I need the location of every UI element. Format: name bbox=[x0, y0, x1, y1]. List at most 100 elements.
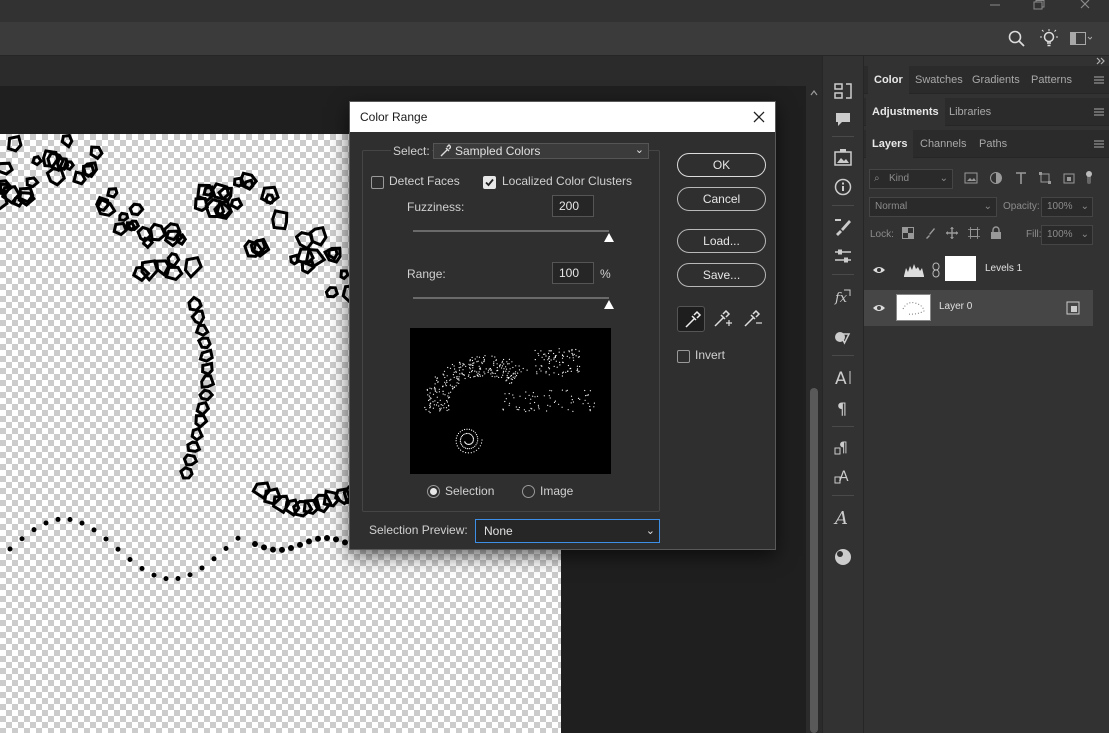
brush-settings-icon[interactable] bbox=[832, 216, 854, 238]
eyedropper-subtract-icon[interactable] bbox=[737, 306, 765, 332]
preview-speck bbox=[468, 363, 470, 365]
lock-artboard-icon[interactable] bbox=[968, 227, 984, 243]
preview-speck bbox=[469, 376, 471, 379]
lock-image-icon[interactable] bbox=[924, 227, 940, 243]
chevron-down-icon: ⌄ bbox=[1080, 201, 1089, 212]
eye-icon[interactable] bbox=[872, 264, 888, 280]
lock-transparent-icon[interactable] bbox=[902, 227, 918, 243]
adjust-icon[interactable] bbox=[832, 326, 854, 348]
workspace-icon[interactable] bbox=[1070, 32, 1092, 46]
opacity-field[interactable]: 100% ⌄ bbox=[1041, 197, 1093, 217]
filter-adjustment-icon[interactable] bbox=[989, 171, 1005, 187]
tab-swatches[interactable]: Swatches bbox=[909, 66, 969, 94]
select-value: Sampled Colors bbox=[455, 144, 541, 158]
fuzziness-slider-thumb[interactable] bbox=[604, 233, 614, 242]
layer-thumbnail[interactable] bbox=[896, 294, 931, 321]
dot-shape bbox=[315, 535, 321, 542]
lock-position-icon[interactable] bbox=[946, 227, 962, 243]
invert-checkbox[interactable] bbox=[677, 350, 690, 363]
layer-row-levels[interactable]: Levels 1 bbox=[864, 252, 1093, 288]
layer-row-layer0[interactable]: Layer 0 bbox=[864, 290, 1093, 326]
ok-button[interactable]: OK bbox=[677, 153, 766, 177]
lightbulb-icon[interactable] bbox=[1040, 29, 1058, 49]
tab-adjustments[interactable]: Adjustments bbox=[866, 98, 945, 126]
tab-libraries[interactable]: Libraries bbox=[943, 98, 997, 126]
info-icon[interactable] bbox=[832, 176, 854, 198]
cancel-button[interactable]: Cancel bbox=[677, 187, 766, 211]
scale-shape bbox=[112, 221, 128, 237]
selection-preview-dropdown[interactable]: None ⌄ bbox=[475, 519, 660, 543]
preview-speck bbox=[502, 370, 505, 372]
material-icon[interactable] bbox=[832, 546, 854, 568]
range-input[interactable]: 100 bbox=[552, 262, 594, 284]
svg-text:¶: ¶ bbox=[837, 399, 847, 418]
tab-gradients[interactable]: Gradients bbox=[966, 66, 1026, 94]
character-icon[interactable]: A bbox=[832, 366, 854, 388]
close-icon[interactable] bbox=[1071, 0, 1101, 22]
tab-layers[interactable]: Layers bbox=[866, 130, 914, 158]
localized-clusters-checkbox[interactable] bbox=[483, 176, 496, 189]
lock-all-icon[interactable] bbox=[990, 226, 1006, 242]
preview-speck bbox=[460, 437, 462, 439]
eye-icon[interactable] bbox=[872, 302, 888, 318]
tab-patterns[interactable]: Patterns bbox=[1025, 66, 1078, 94]
eyedropper-add-icon[interactable] bbox=[707, 306, 735, 332]
eyedropper-icon[interactable] bbox=[677, 306, 705, 332]
scrollbar-thumb[interactable] bbox=[810, 388, 818, 733]
panel-menu-icon[interactable] bbox=[1093, 138, 1105, 150]
preview-speck bbox=[438, 405, 440, 407]
panel-menu-icon[interactable] bbox=[1093, 74, 1105, 86]
layer-kind-filter[interactable]: ⌕ Kind ⌄ bbox=[869, 169, 953, 189]
expand-right-icon[interactable] bbox=[1093, 56, 1107, 66]
detect-faces-checkbox[interactable] bbox=[371, 176, 384, 189]
tab-paths[interactable]: Paths bbox=[973, 130, 1013, 158]
paragraph-icon[interactable]: ¶ bbox=[832, 396, 854, 418]
preview-speck bbox=[501, 365, 503, 367]
layer-name[interactable]: Layer 0 bbox=[939, 301, 972, 312]
minimize-icon[interactable] bbox=[980, 0, 1010, 22]
fx-icon[interactable]: fx bbox=[832, 286, 854, 308]
preview-speck bbox=[467, 452, 469, 454]
character-styles-icon[interactable]: A bbox=[832, 465, 854, 487]
vertical-scrollbar[interactable] bbox=[806, 86, 822, 733]
image-icon[interactable] bbox=[832, 147, 854, 169]
close-icon[interactable] bbox=[751, 109, 767, 125]
select-dropdown[interactable]: Sampled Colors ⌄ bbox=[433, 143, 649, 159]
link-icon[interactable] bbox=[931, 262, 941, 278]
history-icon[interactable] bbox=[832, 80, 854, 102]
preview-speck bbox=[563, 351, 565, 353]
properties-icon[interactable] bbox=[832, 245, 854, 267]
save-button[interactable]: Save... bbox=[677, 263, 766, 287]
layer-name[interactable]: Levels 1 bbox=[985, 263, 1022, 274]
paragraph-styles-icon[interactable]: ¶ bbox=[832, 436, 854, 458]
scroll-up-icon[interactable] bbox=[809, 88, 819, 98]
fill-field[interactable]: 100% ⌄ bbox=[1041, 225, 1093, 245]
filter-shape-icon[interactable] bbox=[1038, 171, 1054, 187]
preview-speck bbox=[450, 391, 452, 393]
blend-mode-select[interactable]: Normal ⌄ bbox=[869, 197, 997, 217]
preview-speck bbox=[477, 360, 479, 362]
search-icon[interactable] bbox=[1008, 30, 1026, 48]
filter-type-icon[interactable] bbox=[1014, 171, 1030, 187]
filter-toggle-icon[interactable] bbox=[1084, 169, 1100, 185]
scale-shape bbox=[149, 222, 168, 242]
selection-radio[interactable] bbox=[427, 485, 440, 498]
restore-icon[interactable] bbox=[1025, 0, 1055, 22]
range-slider-thumb[interactable] bbox=[604, 300, 614, 309]
image-radio[interactable] bbox=[522, 485, 535, 498]
preview-speck bbox=[474, 358, 476, 360]
tab-color[interactable]: Color bbox=[868, 66, 909, 94]
filter-pixel-icon[interactable] bbox=[964, 171, 980, 187]
preview-speck bbox=[471, 429, 473, 431]
fuzziness-slider[interactable] bbox=[413, 230, 609, 232]
glyphs-icon[interactable]: A bbox=[832, 506, 854, 528]
fuzziness-input[interactable]: 200 bbox=[552, 195, 594, 217]
comment-icon[interactable] bbox=[832, 108, 854, 130]
panel-menu-icon[interactable] bbox=[1093, 106, 1105, 118]
preview-speck bbox=[445, 385, 447, 387]
load-button[interactable]: Load... bbox=[677, 229, 766, 253]
layer-mask-thumbnail[interactable] bbox=[945, 256, 976, 281]
tab-channels[interactable]: Channels bbox=[914, 130, 972, 158]
range-slider[interactable] bbox=[413, 297, 609, 299]
filter-smart-object-icon[interactable] bbox=[1062, 171, 1078, 187]
